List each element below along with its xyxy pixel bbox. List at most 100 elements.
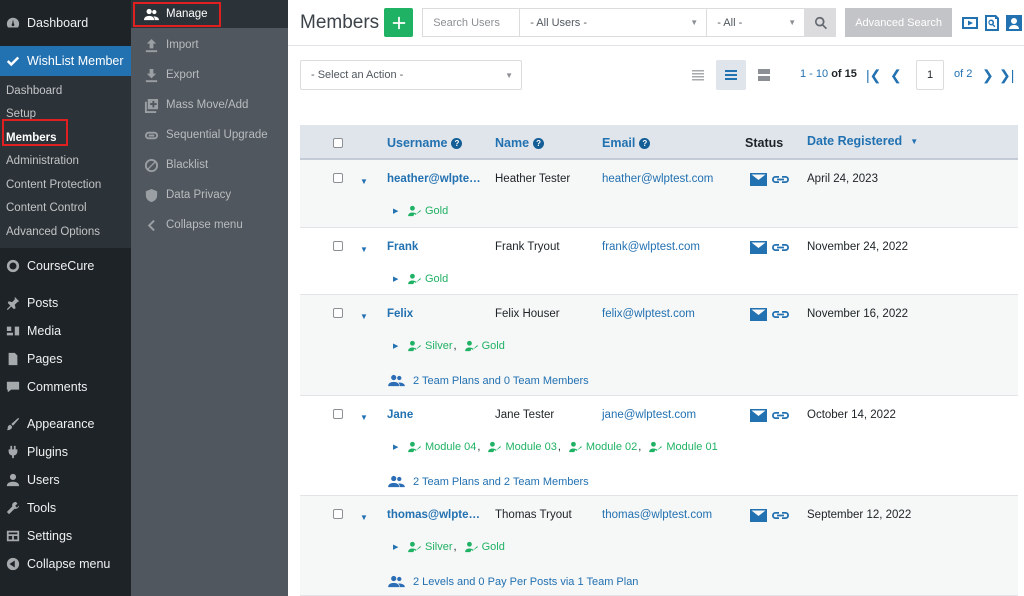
wp-menu-item[interactable]: CourseCure <box>0 252 131 280</box>
email-link[interactable]: felix@wlptest.com <box>602 308 695 320</box>
email-link[interactable]: jane@wlptest.com <box>602 409 696 421</box>
wp-menu-item[interactable]: Appearance <box>0 410 131 438</box>
levels-expand-icon[interactable]: ▶ <box>393 207 398 215</box>
member-profile-icon[interactable] <box>1005 14 1023 32</box>
video-tutorial-icon[interactable] <box>961 14 979 32</box>
prev-page-button[interactable]: ❮ <box>890 66 902 84</box>
wishlist-submenu-item[interactable]: Content Control <box>0 197 131 221</box>
expand-row-icon[interactable]: ▼ <box>360 245 368 254</box>
level-filter-select[interactable]: - All - ▼ <box>707 8 806 37</box>
status-icons[interactable] <box>750 509 789 522</box>
expand-row-icon[interactable]: ▼ <box>360 177 368 186</box>
email-link[interactable]: frank@wlptest.com <box>602 241 700 253</box>
membership-level[interactable]: Module 03, <box>488 441 562 453</box>
wp-menu-item[interactable]: Users <box>0 466 131 494</box>
last-page-button[interactable]: ❯| <box>999 66 1014 84</box>
levels-expand-icon[interactable]: ▶ <box>393 342 398 350</box>
wishlist-submenu-item[interactable]: Members <box>0 126 131 150</box>
expand-row-icon[interactable]: ▼ <box>360 413 368 422</box>
team-info-link[interactable]: 2 Team Plans and 0 Team Members <box>388 374 589 387</box>
wp-menu-item[interactable]: Comments <box>0 373 131 401</box>
chevron-down-icon: ▼ <box>788 18 797 27</box>
levels-expand-icon[interactable]: ▶ <box>393 443 398 451</box>
column-date-registered[interactable]: Date Registered ▼ <box>807 134 918 148</box>
row-checkbox[interactable] <box>333 509 343 519</box>
status-icons[interactable] <box>750 241 789 254</box>
wl-menu-item[interactable]: Import <box>131 30 288 60</box>
membership-level[interactable]: Gold <box>408 205 448 217</box>
wl-menu-item[interactable]: Blacklist <box>131 150 288 180</box>
username-link[interactable]: Frank <box>387 241 418 253</box>
wp-menu-item[interactable]: Tools <box>0 494 131 522</box>
search-users-input[interactable]: Search Users <box>422 8 521 37</box>
membership-level[interactable]: Silver, <box>408 541 459 553</box>
level-name: Silver <box>425 340 453 352</box>
username-link[interactable]: Jane <box>387 409 413 421</box>
status-icons[interactable] <box>750 409 789 422</box>
wl-menu-item[interactable]: Collapse menu <box>131 210 288 240</box>
help-search-icon[interactable] <box>983 14 1001 32</box>
wl-menu-item[interactable]: Mass Move/Add <box>131 90 288 120</box>
wp-menu-item[interactable]: Posts <box>0 289 131 317</box>
wishlist-submenu-item[interactable]: Dashboard <box>0 79 131 103</box>
username-link[interactable]: Felix <box>387 308 413 320</box>
wishlist-submenu-item[interactable]: Setup <box>0 103 131 127</box>
email-link[interactable]: thomas@wlptest.com <box>602 509 712 521</box>
team-info-link[interactable]: 2 Levels and 0 Pay Per Posts via 1 Team … <box>388 575 638 588</box>
help-icon[interactable]: ? <box>533 137 545 149</box>
wl-menu-item[interactable]: Export <box>131 60 288 90</box>
membership-level[interactable]: Module 01 <box>649 441 718 453</box>
select-all-checkbox[interactable] <box>333 138 343 148</box>
advanced-search-button[interactable]: Advanced Search <box>845 8 953 37</box>
wp-menu-item[interactable]: Media <box>0 317 131 345</box>
row-checkbox[interactable] <box>333 308 343 318</box>
wishlist-submenu-item[interactable]: Content Protection <box>0 173 131 197</box>
wp-menu-dashboard[interactable]: Dashboard <box>0 0 131 46</box>
membership-level[interactable]: Gold <box>464 541 505 553</box>
membership-level[interactable]: Gold <box>464 340 505 352</box>
column-username[interactable]: Username? <box>387 136 463 150</box>
wl-menu-item[interactable]: Manage <box>131 0 288 28</box>
membership-level[interactable]: Module 02, <box>569 441 643 453</box>
view-compact-button[interactable] <box>683 60 713 90</box>
help-icon[interactable]: ? <box>451 137 463 149</box>
username-link[interactable]: heather@wlpte… <box>387 173 481 185</box>
levels-expand-icon[interactable]: ▶ <box>393 275 398 283</box>
wishlist-submenu-item[interactable]: Administration <box>0 150 131 174</box>
first-page-button[interactable]: |❮ <box>866 66 881 84</box>
row-checkbox[interactable] <box>333 409 343 419</box>
levels-expand-icon[interactable]: ▶ <box>393 543 398 551</box>
add-member-button[interactable] <box>384 8 414 37</box>
wp-menu-item[interactable]: Collapse menu <box>0 550 131 578</box>
email-link[interactable]: heather@wlptest.com <box>602 173 713 185</box>
wl-menu-item[interactable]: Sequential Upgrade <box>131 120 288 150</box>
membership-level[interactable]: Gold <box>408 273 448 285</box>
page-title: Members <box>300 11 380 33</box>
column-email[interactable]: Email? <box>602 136 651 150</box>
username-link[interactable]: thomas@wlpte… <box>387 509 480 521</box>
membership-level[interactable]: Module 04, <box>408 441 482 453</box>
wishlist-submenu-item[interactable]: Advanced Options <box>0 220 131 244</box>
view-expanded-button[interactable] <box>749 60 779 90</box>
team-info-link[interactable]: 2 Team Plans and 2 Team Members <box>388 475 589 488</box>
row-checkbox[interactable] <box>333 173 343 183</box>
search-button[interactable] <box>805 8 837 37</box>
help-icon[interactable]: ? <box>639 137 651 149</box>
wp-menu-wishlist-member[interactable]: WishList Member <box>0 46 131 76</box>
expand-row-icon[interactable]: ▼ <box>360 312 368 321</box>
user-filter-select[interactable]: - All Users - ▼ <box>520 8 708 37</box>
column-name[interactable]: Name? <box>495 136 545 150</box>
expand-row-icon[interactable]: ▼ <box>360 513 368 522</box>
wl-menu-item[interactable]: Data Privacy <box>131 180 288 210</box>
wp-menu-item[interactable]: Plugins <box>0 438 131 466</box>
wp-menu-item[interactable]: Pages <box>0 345 131 373</box>
membership-level[interactable]: Silver, <box>408 340 459 352</box>
page-number-input[interactable]: 1 <box>916 60 944 90</box>
wp-menu-item[interactable]: Settings <box>0 522 131 550</box>
status-icons[interactable] <box>750 308 789 321</box>
next-page-button[interactable]: ❯ <box>982 66 994 84</box>
view-list-button[interactable] <box>716 60 746 90</box>
bulk-action-select[interactable]: - Select an Action - ▼ <box>300 60 522 90</box>
status-icons[interactable] <box>750 173 789 186</box>
row-checkbox[interactable] <box>333 241 343 251</box>
